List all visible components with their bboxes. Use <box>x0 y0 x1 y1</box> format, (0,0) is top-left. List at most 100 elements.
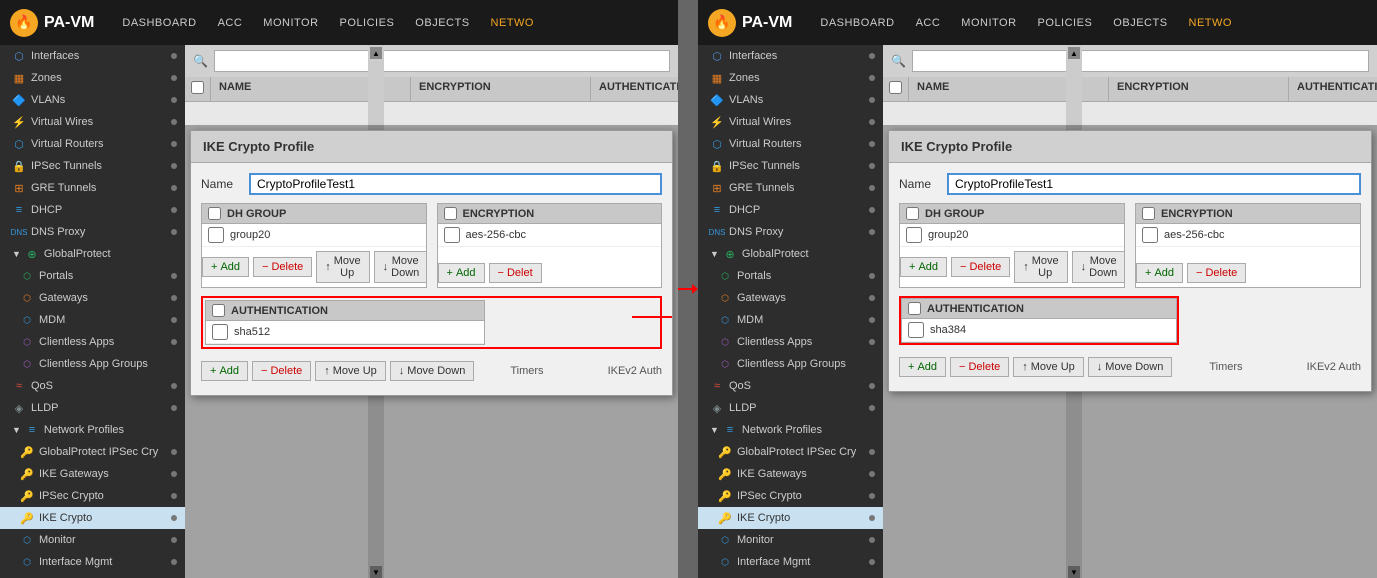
sidebar-item-virtual-routers[interactable]: ⬡ Virtual Routers <box>0 133 185 155</box>
sidebar-item-dns-proxy[interactable]: DNS DNS Proxy <box>0 221 185 243</box>
left-nav-objects[interactable]: OBJECTS <box>407 13 477 33</box>
right-dh-move-up-btn[interactable]: ↑ Move Up <box>1014 251 1067 283</box>
right-logo[interactable]: 🔥 PA-VM <box>708 9 792 37</box>
left-enc-add-btn[interactable]: + Add <box>438 263 485 283</box>
left-dh-move-up-btn[interactable]: ↑ Move Up <box>316 251 369 283</box>
right-select-all[interactable] <box>889 81 902 94</box>
right-sidebar-network-profiles[interactable]: ▼ ≡ Network Profiles <box>698 419 883 441</box>
sidebar-item-qos[interactable]: ≈ QoS <box>0 375 185 397</box>
right-dh-add-btn[interactable]: + Add <box>900 257 947 277</box>
sidebar-item-globalprotect[interactable]: ▼ ⊕ GlobalProtect <box>0 243 185 265</box>
right-auth-move-up-btn[interactable]: ↑ Move Up <box>1013 357 1084 377</box>
left-dh-move-down-btn[interactable]: ↓ Move Down <box>374 251 427 283</box>
right-enc-check-0[interactable] <box>1142 227 1158 243</box>
right-sidebar-zone-protection[interactable]: ⬡ Zone Protection <box>698 573 883 578</box>
right-sidebar-monitor-profile[interactable]: ⬡ Monitor <box>698 529 883 551</box>
sidebar-item-clientless-apps[interactable]: ⬡ Clientless Apps <box>0 331 185 353</box>
right-sidebar-ipsec-crypto[interactable]: 🔑 IPSec Crypto <box>698 485 883 507</box>
sidebar-item-ike-gateways[interactable]: 🔑 IKE Gateways <box>0 463 185 485</box>
right-auth-check-0[interactable] <box>908 322 924 338</box>
sidebar-item-dhcp[interactable]: ≡ DHCP <box>0 199 185 221</box>
right-auth-checkbox[interactable] <box>908 302 921 315</box>
left-logo[interactable]: 🔥 PA-VM <box>10 9 94 37</box>
right-sidebar-gp-ipsec-crypto[interactable]: 🔑 GlobalProtect IPSec Cry <box>698 441 883 463</box>
right-sidebar-gre-tunnels[interactable]: ⊞ GRE Tunnels <box>698 177 883 199</box>
sidebar-item-gateways[interactable]: ⬡ Gateways <box>0 287 185 309</box>
left-auth-row-0[interactable]: sha512 <box>206 321 484 344</box>
right-nav-dashboard[interactable]: DASHBOARD <box>812 13 902 33</box>
sidebar-item-virtual-wires[interactable]: ⚡ Virtual Wires <box>0 111 185 133</box>
right-sidebar-interfaces[interactable]: Interfaces <box>698 45 883 67</box>
right-scroll-up[interactable]: ▲ <box>1068 47 1080 59</box>
left-name-input[interactable] <box>249 173 662 195</box>
sidebar-item-zones[interactable]: Zones <box>0 67 185 89</box>
sidebar-item-interfaces[interactable]: Interfaces <box>0 45 185 67</box>
right-enc-delete-btn[interactable]: − Delete <box>1187 263 1246 283</box>
left-nav-acc[interactable]: ACC <box>210 13 251 33</box>
right-sidebar-mdm[interactable]: ⬡ MDM <box>698 309 883 331</box>
right-dh-move-down-btn[interactable]: ↓ Move Down <box>1072 251 1125 283</box>
sidebar-item-portals[interactable]: ⬡ Portals <box>0 265 185 287</box>
sidebar-item-ipsec-tunnels[interactable]: 🔒 IPSec Tunnels <box>0 155 185 177</box>
left-nav-network[interactable]: NETWO <box>483 13 542 33</box>
left-enc-row-0[interactable]: aes-256-cbc <box>438 224 662 247</box>
right-sidebar-ike-crypto[interactable]: 🔑 IKE Crypto <box>698 507 883 529</box>
right-sidebar-virtual-routers[interactable]: ⬡ Virtual Routers <box>698 133 883 155</box>
right-auth-row-0[interactable]: sha384 <box>902 319 1176 342</box>
right-sidebar-virtual-wires[interactable]: ⚡ Virtual Wires <box>698 111 883 133</box>
scroll-up[interactable]: ▲ <box>370 47 382 59</box>
right-sidebar-clientless-app-groups[interactable]: ⬡ Clientless App Groups <box>698 353 883 375</box>
right-nav-policies[interactable]: POLICIES <box>1030 13 1101 33</box>
left-auth-check-0[interactable] <box>212 324 228 340</box>
right-sidebar-lldp[interactable]: ◈ LLDP <box>698 397 883 419</box>
left-dh-group-checkbox[interactable] <box>208 207 221 220</box>
left-enc-check-0[interactable] <box>444 227 460 243</box>
right-sidebar-interface-mgmt[interactable]: ⬡ Interface Mgmt <box>698 551 883 573</box>
left-select-all[interactable] <box>191 81 204 94</box>
right-nav-objects[interactable]: OBJECTS <box>1105 13 1175 33</box>
right-enc-row-0[interactable]: aes-256-cbc <box>1136 224 1360 247</box>
right-search-input[interactable] <box>912 50 1369 72</box>
right-name-input[interactable] <box>947 173 1361 195</box>
left-dh-row-check-0[interactable] <box>208 227 224 243</box>
right-dh-group-checkbox[interactable] <box>906 207 919 220</box>
sidebar-item-gre-tunnels[interactable]: ⊞ GRE Tunnels <box>0 177 185 199</box>
right-auth-delete-btn[interactable]: − Delete <box>950 357 1009 377</box>
left-enc-delete-btn[interactable]: − Delet <box>489 263 542 283</box>
left-search-input[interactable] <box>214 50 670 72</box>
left-nav-dashboard[interactable]: DASHBOARD <box>114 13 204 33</box>
left-dh-group-row-0[interactable]: group20 <box>202 224 426 247</box>
left-auth-move-down-btn[interactable]: ↓ Move Down <box>390 361 475 381</box>
left-auth-delete-btn[interactable]: − Delete <box>252 361 311 381</box>
sidebar-item-ike-crypto[interactable]: 🔑 IKE Crypto <box>0 507 185 529</box>
sidebar-item-mdm[interactable]: ⬡ MDM <box>0 309 185 331</box>
right-sidebar-dhcp[interactable]: ≡ DHCP <box>698 199 883 221</box>
left-auth-checkbox[interactable] <box>212 304 225 317</box>
right-sidebar-zones[interactable]: Zones <box>698 67 883 89</box>
sidebar-item-lldp[interactable]: ◈ LLDP <box>0 397 185 419</box>
right-auth-add-btn[interactable]: + Add <box>899 357 946 377</box>
left-nav-policies[interactable]: POLICIES <box>332 13 403 33</box>
right-sidebar-vlans[interactable]: 🔷 VLANs <box>698 89 883 111</box>
right-auth-move-down-btn[interactable]: ↓ Move Down <box>1088 357 1173 377</box>
right-sidebar-dns-proxy[interactable]: DNS DNS Proxy <box>698 221 883 243</box>
right-sidebar-ike-gateways[interactable]: 🔑 IKE Gateways <box>698 463 883 485</box>
right-sidebar-qos[interactable]: ≈ QoS <box>698 375 883 397</box>
left-dh-add-btn[interactable]: + Add <box>202 257 249 277</box>
left-auth-move-up-btn[interactable]: ↑ Move Up <box>315 361 386 381</box>
right-dh-row-check-0[interactable] <box>906 227 922 243</box>
right-enc-add-btn[interactable]: + Add <box>1136 263 1183 283</box>
right-sidebar-clientless-apps[interactable]: ⬡ Clientless Apps <box>698 331 883 353</box>
right-encryption-checkbox[interactable] <box>1142 207 1155 220</box>
sidebar-item-gp-ipsec-crypto[interactable]: 🔑 GlobalProtect IPSec Cry <box>0 441 185 463</box>
right-sidebar-globalprotect[interactable]: ▼ ⊕ GlobalProtect <box>698 243 883 265</box>
right-dh-group-row-0[interactable]: group20 <box>900 224 1124 247</box>
right-dh-delete-btn[interactable]: − Delete <box>951 257 1010 277</box>
sidebar-item-clientless-app-groups[interactable]: ⬡ Clientless App Groups <box>0 353 185 375</box>
right-sidebar-ipsec-tunnels[interactable]: 🔒 IPSec Tunnels <box>698 155 883 177</box>
right-nav-network[interactable]: NETWO <box>1181 13 1240 33</box>
sidebar-item-interface-mgmt[interactable]: ⬡ Interface Mgmt <box>0 551 185 573</box>
sidebar-item-monitor-profile[interactable]: ⬡ Monitor <box>0 529 185 551</box>
left-auth-add-btn[interactable]: + Add <box>201 361 248 381</box>
right-sidebar-gateways[interactable]: ⬡ Gateways <box>698 287 883 309</box>
